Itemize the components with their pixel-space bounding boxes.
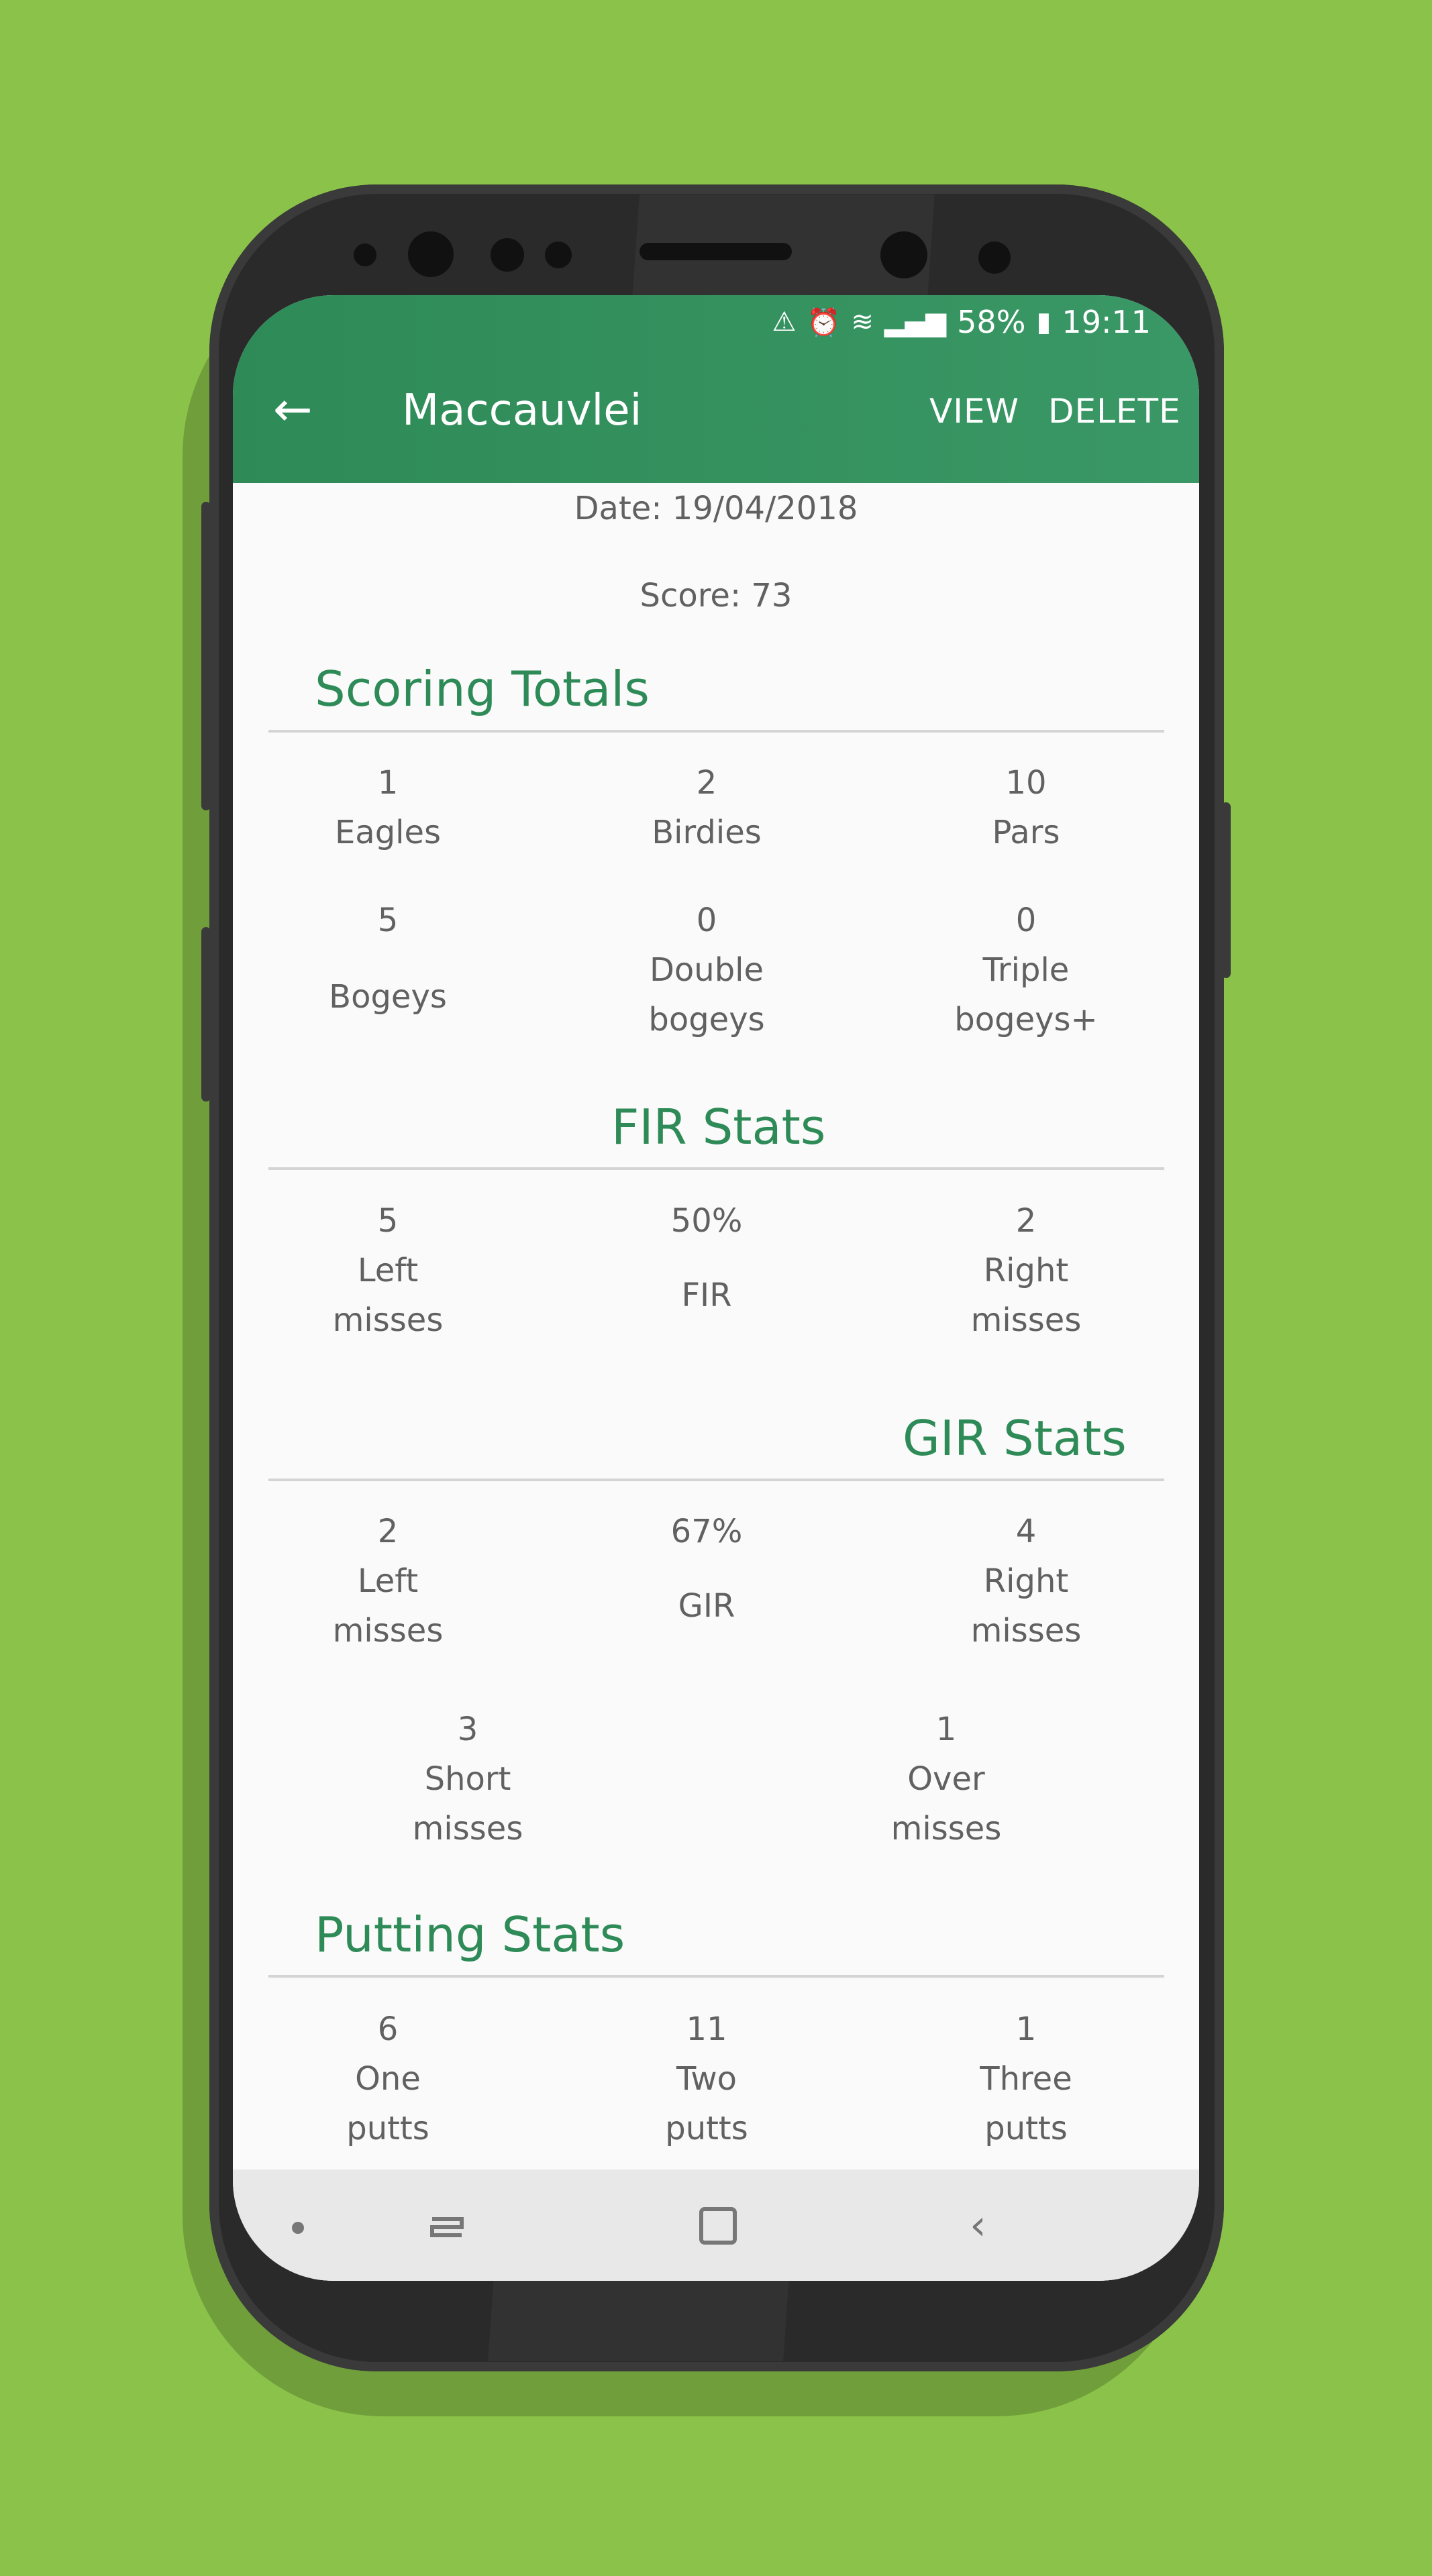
round-date: Date: 19/04/2018	[574, 490, 858, 527]
divider	[268, 1167, 1164, 1170]
recents-icon[interactable]	[428, 2207, 466, 2245]
phone-screen: ⚠ ⏰ ≋ ▂▄▆ 58% ▮ 19:11 ← Maccauvlei VIEW …	[233, 295, 1199, 2281]
stat-gir-short-misses: 3 Short misses	[412, 1711, 523, 1847]
stat-pars: 10 Pars	[992, 764, 1060, 851]
stat-three-putts: 1 Three putts	[980, 2010, 1072, 2147]
stat-fir-percent: 50% FIR	[670, 1202, 743, 1314]
sensor-dot	[491, 238, 524, 272]
status-bar: ⚠ ⏰ ≋ ▂▄▆ 58% ▮ 19:11	[772, 302, 1151, 342]
divider	[268, 730, 1164, 733]
app-bar: ⚠ ⏰ ≋ ▂▄▆ 58% ▮ 19:11 ← Maccauvlei VIEW …	[233, 295, 1199, 483]
front-camera	[880, 231, 927, 278]
putting-section-title: Putting Stats	[315, 1907, 625, 1963]
power-button	[1221, 802, 1231, 978]
stat-gir-over-misses: 1 Over misses	[890, 1711, 1002, 1847]
signal-icon: ▂▄▆	[884, 307, 947, 337]
volume-button	[201, 502, 211, 810]
sensor-dot	[354, 244, 376, 266]
sensor-dot	[545, 241, 572, 268]
sensor-lens	[408, 231, 454, 277]
stat-bogeys: 5 Bogeys	[329, 902, 447, 1016]
gir-section-title: GIR Stats	[903, 1410, 1127, 1466]
round-details: Date: 19/04/2018 Score: 73 Scoring Total…	[233, 483, 1199, 2281]
battery-icon: ▮	[1036, 307, 1052, 337]
scoring-section-title: Scoring Totals	[315, 661, 650, 717]
stat-double-bogeys: 0 Double bogeys	[648, 902, 765, 1038]
stat-gir-left-misses: 2 Left misses	[332, 1513, 444, 1650]
back-icon[interactable]: ‹	[970, 2204, 986, 2246]
divider	[268, 1479, 1164, 1481]
stat-gir-right-misses: 4 Right misses	[970, 1513, 1082, 1650]
home-icon[interactable]	[699, 2207, 737, 2245]
nav-dot-icon[interactable]	[292, 2222, 304, 2234]
delete-button[interactable]: DELETE	[1048, 394, 1181, 428]
stat-birdies: 2 Birdies	[652, 764, 762, 851]
alarm-icon: ⏰	[807, 307, 841, 338]
clock: 19:11	[1062, 304, 1151, 340]
view-button[interactable]: VIEW	[929, 394, 1019, 428]
stat-eagles: 1 Eagles	[334, 764, 442, 851]
earpiece-speaker	[640, 243, 792, 260]
sensor-dot	[978, 241, 1011, 274]
sync-icon: ⚠	[772, 307, 797, 337]
system-nav-bar: ‹	[233, 2169, 1199, 2281]
stat-two-putts: 11 Two putts	[665, 2010, 748, 2147]
bixby-button	[201, 927, 211, 1102]
wifi-icon: ≋	[851, 307, 874, 337]
stat-one-putts: 6 One putts	[346, 2010, 429, 2147]
back-arrow-icon[interactable]: ←	[273, 386, 313, 433]
fir-section-title: FIR Stats	[611, 1099, 826, 1155]
stat-gir-percent: 67% GIR	[670, 1513, 743, 1625]
page-title: Maccauvlei	[402, 386, 642, 435]
stat-fir-right-misses: 2 Right misses	[970, 1202, 1082, 1339]
stat-triple-bogeys: 0 Triple bogeys+	[954, 902, 1098, 1038]
stat-fir-left-misses: 5 Left misses	[332, 1202, 444, 1339]
battery-percent: 58%	[957, 304, 1026, 340]
divider	[268, 1975, 1164, 1978]
round-score: Score: 73	[640, 577, 792, 614]
